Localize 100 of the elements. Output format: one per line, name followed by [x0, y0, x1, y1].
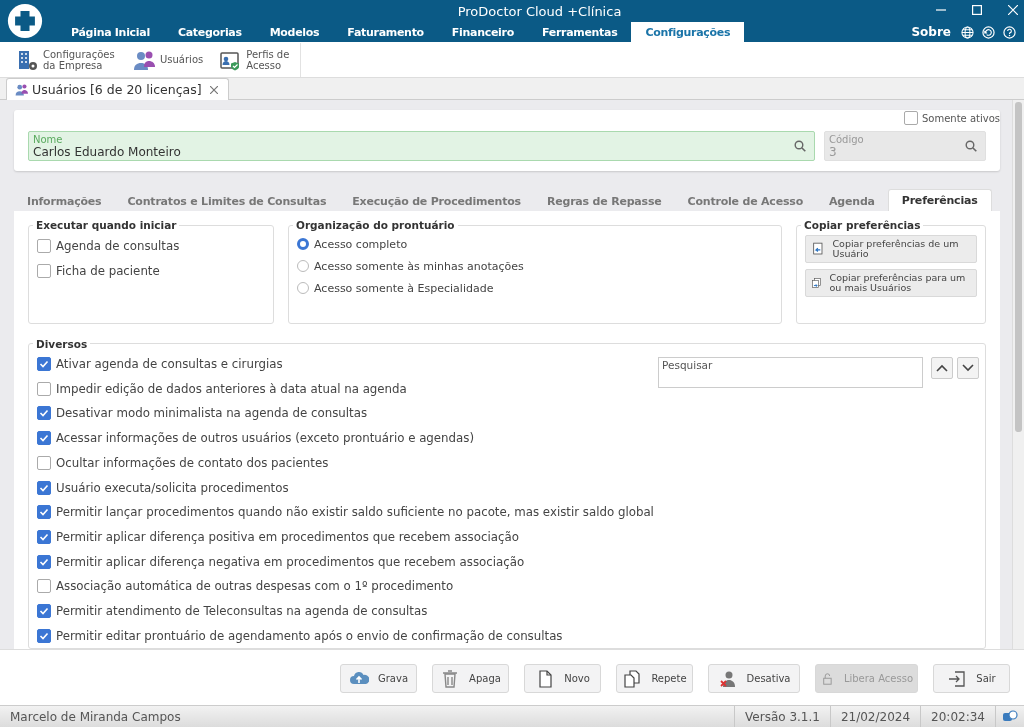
- refresh-icon[interactable]: [982, 25, 995, 39]
- group-title: Copiar preferências: [803, 219, 922, 231]
- checkmark-icon: [39, 630, 49, 641]
- version-text: Versão 3.1.1: [734, 706, 830, 727]
- checkbox-label[interactable]: Desativar modo minimalista na agenda de consultas: [56, 406, 368, 421]
- checkbox[interactable]: [37, 579, 51, 594]
- toolbar-button[interactable]: Usuários: [125, 42, 212, 77]
- checkbox[interactable]: [37, 431, 51, 446]
- tab[interactable]: Preferências: [887, 189, 992, 211]
- radio-button[interactable]: [297, 238, 309, 250]
- checkbox-label[interactable]: Permitir aplicar diferença positiva em procedimentos que recebem associação: [56, 529, 519, 544]
- checkbox-label[interactable]: Associação automática de outras despesas com o 1º procedimento: [56, 579, 454, 594]
- radio-label[interactable]: Acesso completo: [314, 237, 408, 251]
- checkmark-icon: [39, 359, 49, 370]
- globe-icon[interactable]: [961, 25, 974, 39]
- checkbox-label[interactable]: Acessar informações de outros usuários (exceto prontuário e agendas): [56, 431, 475, 446]
- tab[interactable]: Execução de Procedimentos: [339, 191, 534, 211]
- close-icon[interactable]: [1008, 5, 1018, 15]
- tab[interactable]: Regras de Repasse: [533, 191, 675, 211]
- checkbox[interactable]: [37, 603, 51, 618]
- search-icon[interactable]: [965, 140, 977, 152]
- previous-button[interactable]: [931, 356, 953, 379]
- next-button[interactable]: [957, 356, 979, 379]
- time-text: 20:02:34: [920, 706, 995, 727]
- menu-tab[interactable]: Categorias: [163, 22, 256, 42]
- document-tab[interactable]: Usuários [6 de 20 licenças]: [6, 78, 229, 100]
- checkmark-icon: [39, 531, 49, 542]
- checkbox-label[interactable]: Agenda de consultas: [56, 238, 180, 253]
- user-name: Marcelo de Miranda Campos: [9, 708, 182, 726]
- checkbox-label[interactable]: Ativar agenda de consultas e cirurgias: [56, 357, 283, 372]
- copy-button[interactable]: Copiar preferências para um ou mais Usuários: [805, 269, 977, 297]
- radio-button[interactable]: [297, 260, 309, 272]
- checkmark-icon: [39, 605, 49, 616]
- menu-tab[interactable]: Página Inicial: [57, 22, 164, 42]
- copy-button[interactable]: Copiar preferências de um Usuário: [805, 235, 977, 263]
- tab[interactable]: Contratos e Limites de Consultas: [114, 191, 340, 211]
- group-title: Diversos: [35, 337, 89, 350]
- radio-button[interactable]: [297, 282, 309, 294]
- action-button[interactable]: Novo: [524, 664, 601, 693]
- radio-label[interactable]: Acesso somente às minhas anotações: [314, 259, 524, 273]
- checkmark-icon: [39, 556, 49, 567]
- checkbox-label[interactable]: Impedir edição de dados anteriores à data atual na agenda: [56, 381, 407, 396]
- checkbox[interactable]: [37, 238, 51, 253]
- checkbox[interactable]: [37, 263, 51, 278]
- chevron-up-icon: [936, 363, 948, 372]
- action-button[interactable]: Apaga: [432, 664, 509, 693]
- close-icon: [209, 85, 218, 94]
- checkbox[interactable]: [37, 628, 51, 643]
- date-text: 21/02/2024: [829, 706, 921, 727]
- action-button[interactable]: Grava: [340, 664, 417, 693]
- menu-tab[interactable]: Configurações: [631, 22, 745, 42]
- window-title: ProDoctor Cloud +Clínica: [457, 3, 622, 19]
- tab[interactable]: Informações: [14, 191, 115, 211]
- users-icon: [15, 83, 28, 96]
- checkbox[interactable]: [37, 529, 51, 544]
- menu-tab[interactable]: Ferramentas: [527, 22, 632, 42]
- action-button[interactable]: Sair: [933, 664, 1010, 693]
- checkbox-label[interactable]: Ocultar informações de contato dos pacientes: [56, 455, 329, 470]
- group-title: Organização do prontuário: [295, 219, 456, 231]
- checkbox-label[interactable]: Somente ativos: [921, 112, 1000, 124]
- tab[interactable]: Agenda: [816, 191, 888, 211]
- checkbox[interactable]: [37, 505, 51, 520]
- checkbox-label[interactable]: Ficha de paciente: [56, 263, 160, 278]
- app-logo: [7, 3, 43, 39]
- checkbox-label[interactable]: Usuário executa/solicita procedimentos: [56, 480, 289, 495]
- checkbox[interactable]: [37, 455, 51, 470]
- checkbox[interactable]: [37, 357, 51, 372]
- checkbox-label[interactable]: Permitir editar prontuário de agendamento após o envio de confirmação de consultas: [56, 628, 563, 643]
- chat-icon[interactable]: [1002, 709, 1018, 724]
- name-field[interactable]: Nome Carlos Eduardo Monteiro: [28, 131, 815, 161]
- action-button[interactable]: Repete: [616, 664, 693, 693]
- building-gear-icon: [16, 48, 38, 71]
- about-link[interactable]: Sobre: [911, 25, 951, 39]
- scrollbar[interactable]: [1012, 100, 1024, 649]
- checkmark-icon: [39, 433, 49, 444]
- radio-label[interactable]: Acesso somente à Especialidade: [314, 281, 494, 295]
- checkbox-label[interactable]: Permitir aplicar diferença negativa em procedimentos que recebem associação: [56, 554, 525, 569]
- scrollbar-thumb[interactable]: [1015, 102, 1022, 432]
- checkbox[interactable]: [37, 381, 51, 396]
- menu-tab[interactable]: Faturamento: [333, 22, 438, 42]
- checkmark-icon: [39, 482, 49, 493]
- action-button[interactable]: Desativa: [708, 664, 800, 693]
- search-field[interactable]: Pesquisar: [658, 356, 923, 388]
- toolbar-button[interactable]: Configurações da Empresa: [8, 42, 125, 77]
- maximize-icon[interactable]: [972, 5, 982, 15]
- checkbox-label[interactable]: Permitir atendimento de Teleconsultas na agenda de consultas: [56, 603, 428, 618]
- checkbox[interactable]: [37, 554, 51, 569]
- help-icon[interactable]: [1003, 25, 1016, 39]
- chevron-down-icon: [962, 363, 974, 372]
- document-arrow-icon: [812, 275, 822, 291]
- exit-icon: [947, 668, 968, 689]
- menu-tab[interactable]: Modelos: [255, 22, 334, 42]
- tab[interactable]: Controle de Acesso: [674, 191, 816, 211]
- checkbox[interactable]: [37, 406, 51, 421]
- toolbar-button[interactable]: Perfis de Acesso: [211, 42, 302, 77]
- search-icon[interactable]: [794, 140, 806, 152]
- checkbox[interactable]: [37, 480, 51, 495]
- checkbox-label[interactable]: Permitir lançar procedimentos quando não existir saldo suficiente no pacote, mas existir saldo global: [56, 505, 654, 520]
- menu-tab[interactable]: Financeiro: [437, 22, 528, 42]
- checkbox[interactable]: [903, 111, 918, 125]
